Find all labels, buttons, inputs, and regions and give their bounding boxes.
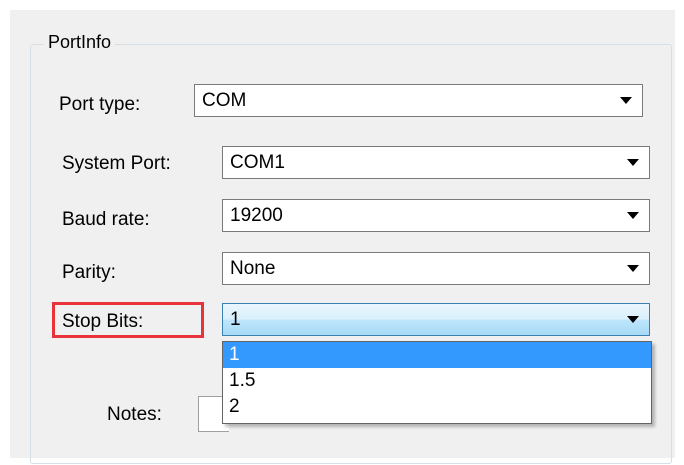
dropdown-option-1-5[interactable]: 1.5 xyxy=(223,368,651,394)
chevron-down-icon[interactable] xyxy=(627,159,639,166)
notes-label: Notes: xyxy=(107,404,162,425)
chevron-down-icon[interactable] xyxy=(627,212,639,219)
dropdown-option-2[interactable]: 2 xyxy=(223,394,651,420)
parity-select[interactable]: None xyxy=(222,252,650,285)
stop-bits-dropdown-list[interactable]: 1 1.5 2 xyxy=(222,341,652,424)
baud-rate-label: Baud rate: xyxy=(62,209,150,230)
port-type-label: Port type: xyxy=(59,94,141,115)
system-port-label: System Port: xyxy=(62,153,171,174)
group-title: PortInfo xyxy=(44,32,116,53)
system-port-value: COM1 xyxy=(230,151,285,173)
baud-rate-value: 19200 xyxy=(230,204,283,226)
system-port-select[interactable]: COM1 xyxy=(222,146,650,179)
dropdown-option-1[interactable]: 1 xyxy=(223,342,651,368)
chevron-down-icon[interactable] xyxy=(620,97,632,104)
stop-bits-label: Stop Bits: xyxy=(62,311,144,332)
stop-bits-value: 1 xyxy=(230,308,241,330)
parity-value: None xyxy=(230,257,276,279)
parity-label: Parity: xyxy=(62,262,116,283)
stop-bits-select[interactable]: 1 xyxy=(222,303,650,336)
port-type-value: COM xyxy=(202,89,247,111)
chevron-down-icon[interactable] xyxy=(627,316,639,323)
port-type-select[interactable]: COM xyxy=(194,84,643,117)
chevron-down-icon[interactable] xyxy=(627,265,639,272)
baud-rate-select[interactable]: 19200 xyxy=(222,199,650,232)
